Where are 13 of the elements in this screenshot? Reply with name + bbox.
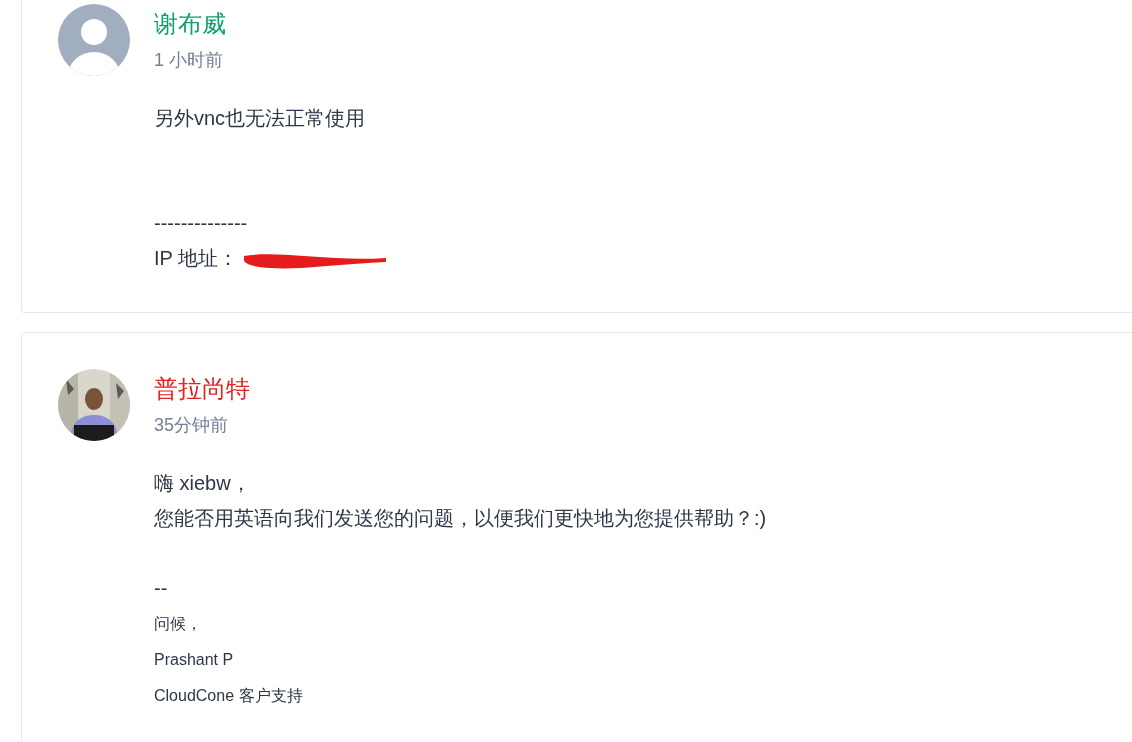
signature-line: 问候， xyxy=(154,614,202,634)
timestamp: 35分钟前 xyxy=(154,414,230,437)
signature-line: CloudCone 客户支持 xyxy=(154,686,303,706)
author-name: 普拉尚特 xyxy=(154,374,251,404)
message-line: -- xyxy=(154,576,168,601)
author-name: 谢布威 xyxy=(154,9,227,39)
signature-line: Prashant P xyxy=(154,650,234,670)
message-line: 您能否用英语向我们发送您的问题，以便我们更快地为您提供帮助？:) xyxy=(154,506,767,531)
message-line: 嗨 xiebw， xyxy=(154,471,251,496)
message-line: IP 地址： xyxy=(154,246,239,271)
message-line: -------------- xyxy=(154,211,248,236)
message-line: 另外vnc也无法正常使用 xyxy=(154,106,366,131)
timestamp: 1 小时前 xyxy=(154,49,224,72)
